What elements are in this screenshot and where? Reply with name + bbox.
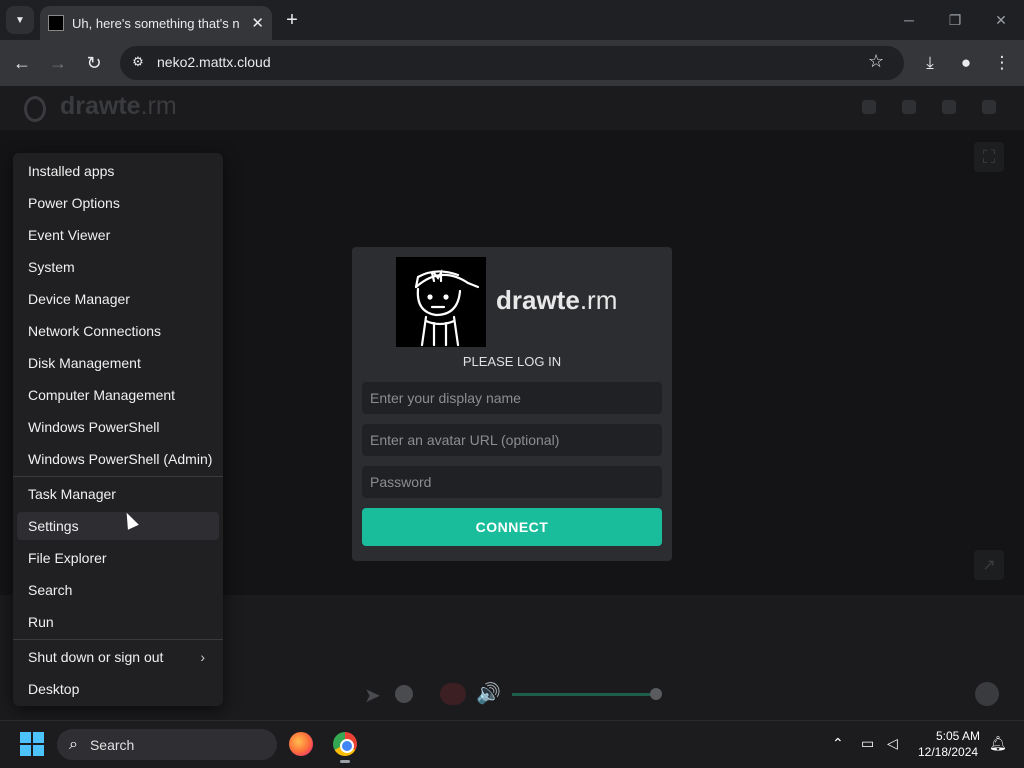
volume-muted-icon[interactable]: ◁ bbox=[887, 735, 898, 752]
menu-separator bbox=[13, 639, 223, 640]
menu-item-installed-apps[interactable]: Installed apps bbox=[17, 157, 219, 185]
fullscreen-icon[interactable]: ⛶ bbox=[974, 142, 1004, 172]
header-icon-3[interactable] bbox=[942, 100, 956, 114]
popout-icon[interactable]: ↗ bbox=[974, 550, 1004, 580]
browser-tab[interactable]: Uh, here's something that's new ✕ bbox=[40, 6, 272, 40]
more-icon[interactable]: ⋮ bbox=[990, 51, 1014, 75]
firefox-icon[interactable] bbox=[289, 732, 313, 756]
tab-close-icon[interactable]: ✕ bbox=[251, 14, 264, 32]
star-icon[interactable]: ☆ bbox=[868, 51, 884, 72]
menu-item-task-manager[interactable]: Task Manager bbox=[17, 480, 219, 508]
header-icon-1[interactable] bbox=[862, 100, 876, 114]
chrome-icon[interactable] bbox=[333, 732, 357, 756]
back-icon[interactable]: ← bbox=[10, 51, 34, 75]
volume-slider-handle[interactable] bbox=[650, 688, 662, 700]
search-icon: ⌕ bbox=[69, 735, 78, 753]
emoji-icon[interactable] bbox=[975, 682, 999, 706]
menu-item-system[interactable]: System bbox=[17, 253, 219, 281]
record-icon[interactable] bbox=[440, 683, 466, 705]
login-title: PLEASE LOG IN bbox=[462, 354, 562, 369]
network-icon[interactable]: ▭ bbox=[861, 735, 874, 752]
clock-date[interactable]: 12/18/2024 bbox=[918, 745, 978, 759]
app-logo-text: drawte.rm bbox=[60, 92, 177, 120]
profile-icon[interactable]: ● bbox=[954, 51, 978, 75]
avatar-url-input[interactable] bbox=[362, 424, 662, 456]
menu-item-power-options[interactable]: Power Options bbox=[17, 189, 219, 217]
menu-item-file-explorer[interactable]: File Explorer bbox=[17, 544, 219, 572]
volume-icon[interactable]: 🔊 bbox=[476, 681, 501, 706]
tab-title: Uh, here's something that's new bbox=[72, 15, 240, 31]
taskbar-search-box[interactable]: ⌕ Search bbox=[57, 729, 277, 760]
windows-start-icon[interactable] bbox=[20, 732, 44, 756]
menu-item-desktop[interactable]: Desktop bbox=[17, 675, 219, 703]
tab-search-button[interactable]: ▼ bbox=[6, 6, 34, 34]
close-window-icon[interactable]: ✕ bbox=[986, 8, 1016, 32]
menu-item-run[interactable]: Run bbox=[17, 608, 219, 636]
connect-button[interactable]: CONNECT bbox=[362, 508, 662, 546]
app-logo-icon bbox=[24, 96, 46, 122]
lock-icon[interactable] bbox=[902, 100, 916, 114]
new-tab-button[interactable]: + bbox=[280, 8, 304, 32]
volume-slider[interactable] bbox=[512, 693, 656, 696]
url-text[interactable]: neko2.mattx.cloud bbox=[157, 54, 271, 70]
taskbar-search-label: Search bbox=[89, 736, 135, 753]
menu-item-event-viewer[interactable]: Event Viewer bbox=[17, 221, 219, 249]
reload-icon[interactable]: ↻ bbox=[82, 51, 106, 75]
menu-item-computer-management[interactable]: Computer Management bbox=[17, 381, 219, 409]
restore-icon[interactable]: ❐ bbox=[940, 8, 970, 32]
winx-context-menu: Installed apps Power Options Event Viewe… bbox=[13, 153, 223, 706]
site-info-icon[interactable]: ⚙ bbox=[128, 52, 148, 72]
drawing-avatar-icon bbox=[414, 269, 480, 347]
forward-icon[interactable]: → bbox=[46, 51, 70, 75]
menu-item-settings[interactable]: Settings bbox=[17, 512, 219, 540]
favicon-icon bbox=[48, 15, 64, 31]
cursor-control-icon[interactable]: ➤ bbox=[364, 683, 381, 708]
menu-separator bbox=[13, 476, 223, 477]
loop-icon[interactable] bbox=[395, 685, 413, 703]
clock-time[interactable]: 5:05 AM bbox=[936, 729, 980, 743]
download-icon[interactable]: ⤓ bbox=[918, 51, 942, 75]
menu-item-label: Shut down or sign out bbox=[28, 649, 164, 665]
chevron-down-icon: ▼ bbox=[15, 14, 25, 26]
active-app-indicator bbox=[340, 760, 350, 763]
login-brand: drawte.rm bbox=[496, 285, 618, 315]
menu-icon[interactable] bbox=[982, 100, 996, 114]
menu-item-windows-powershell[interactable]: Windows PowerShell bbox=[17, 413, 219, 441]
menu-item-search[interactable]: Search bbox=[17, 576, 219, 604]
minimize-icon[interactable]: ─ bbox=[894, 8, 924, 32]
menu-item-device-manager[interactable]: Device Manager bbox=[17, 285, 219, 313]
login-logo-image bbox=[396, 257, 486, 347]
display-name-input[interactable] bbox=[362, 382, 662, 414]
menu-item-disk-management[interactable]: Disk Management bbox=[17, 349, 219, 377]
tray-overflow-icon[interactable]: ⌃ bbox=[832, 735, 844, 752]
password-input[interactable] bbox=[362, 466, 662, 498]
menu-item-shut-down[interactable]: Shut down or sign out › bbox=[17, 643, 219, 671]
menu-item-windows-powershell-admin[interactable]: Windows PowerShell (Admin) bbox=[17, 445, 219, 473]
notification-icon[interactable]: 🔔︎ bbox=[989, 735, 1007, 752]
chevron-right-icon: › bbox=[200, 649, 205, 665]
menu-item-network-connections[interactable]: Network Connections bbox=[17, 317, 219, 345]
